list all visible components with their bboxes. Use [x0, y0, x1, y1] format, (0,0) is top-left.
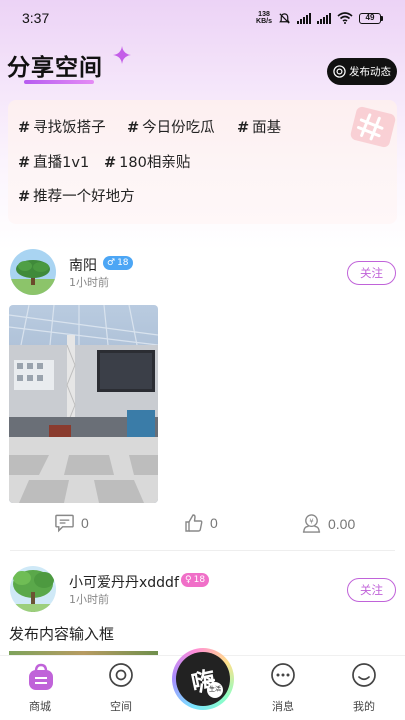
like-count: 0 [210, 515, 218, 531]
tab-label: 空间 [110, 700, 132, 713]
publish-label: 发布动态 [349, 66, 391, 78]
tab-messages[interactable]: 消息 [253, 656, 313, 720]
network-speed: 138 KB/s [256, 11, 272, 25]
publish-button[interactable]: 发布动态 [327, 58, 397, 85]
avatar[interactable] [10, 249, 56, 295]
post-time: 1小时前 [69, 276, 109, 289]
male-icon: ♂ [107, 258, 116, 268]
tab-label: 我的 [353, 700, 375, 713]
topic-item[interactable]: # 直播1v1 [18, 151, 89, 172]
post-content: 发布内容输入框 [9, 625, 115, 643]
status-icons: 138 KB/s 49 [256, 11, 383, 25]
sparkle-icon [113, 46, 131, 64]
gender-age-badge: ♀ 18 [181, 573, 210, 587]
logo-sub: 生活 [207, 682, 223, 698]
page-title: 分享空间 [7, 55, 103, 81]
like-action[interactable]: 0 [184, 513, 218, 533]
space-icon [109, 663, 133, 687]
follow-button[interactable]: 关注 [347, 578, 396, 602]
topic-item[interactable]: # 推荐一个好地方 [18, 185, 135, 206]
hi-life-logo: 嗨 生活 [176, 652, 230, 706]
comment-icon [55, 514, 74, 533]
topic-item[interactable]: # 面基 [237, 116, 281, 137]
tab-space[interactable]: 空间 [91, 656, 151, 720]
topics-card: # 寻找饭搭子 # 今日份吃瓜 # 面基 # 直播1v1 #180相亲贴 # 推荐一个好地… [8, 100, 397, 224]
center-tab-button[interactable]: 嗨 生活 [172, 648, 234, 710]
username[interactable]: 小可爱丹丹xdddf [69, 572, 179, 592]
post-image[interactable] [9, 305, 158, 503]
smile-icon [352, 663, 376, 687]
title-underline [24, 80, 94, 84]
comment-count: 0 [81, 515, 89, 531]
reward-amount: 0.00 [328, 515, 356, 532]
shopping-basket-icon [29, 663, 53, 690]
comment-action[interactable]: 0 [54, 513, 89, 533]
username[interactable]: 南阳 [69, 255, 97, 275]
post-divider [10, 550, 395, 551]
hashtag-decoration-icon [350, 106, 396, 148]
thumbs-up-icon [185, 514, 203, 532]
topic-item[interactable]: # 寻找饭搭子 [18, 116, 106, 137]
tab-me[interactable]: 我的 [334, 656, 394, 720]
camera-icon [333, 65, 346, 78]
tab-label: 商城 [29, 700, 51, 713]
topic-item[interactable]: #180相亲贴 [104, 151, 190, 172]
female-icon: ♀ [185, 575, 192, 585]
status-time: 3:37 [22, 10, 50, 26]
reward-action[interactable]: ¥ 0.00 [301, 513, 355, 534]
reward-icon: ¥ [302, 514, 321, 533]
message-icon [271, 663, 295, 687]
status-bar: 3:37 138 KB/s 49 [0, 0, 405, 38]
battery-icon: 49 [359, 12, 383, 24]
topic-item[interactable]: # 今日份吃瓜 [127, 116, 215, 137]
tab-mall[interactable]: 商城 [10, 656, 70, 720]
signal-icon [297, 12, 311, 24]
follow-button[interactable]: 关注 [347, 261, 396, 285]
tab-label: 消息 [272, 700, 294, 713]
post-time: 1小时前 [69, 593, 109, 606]
gender-age-badge: ♂ 18 [103, 256, 133, 270]
mute-icon [279, 12, 290, 24]
svg-text:¥: ¥ [309, 518, 313, 526]
wifi-icon [337, 12, 353, 24]
avatar[interactable] [10, 566, 56, 612]
signal-icon-2 [317, 12, 331, 24]
